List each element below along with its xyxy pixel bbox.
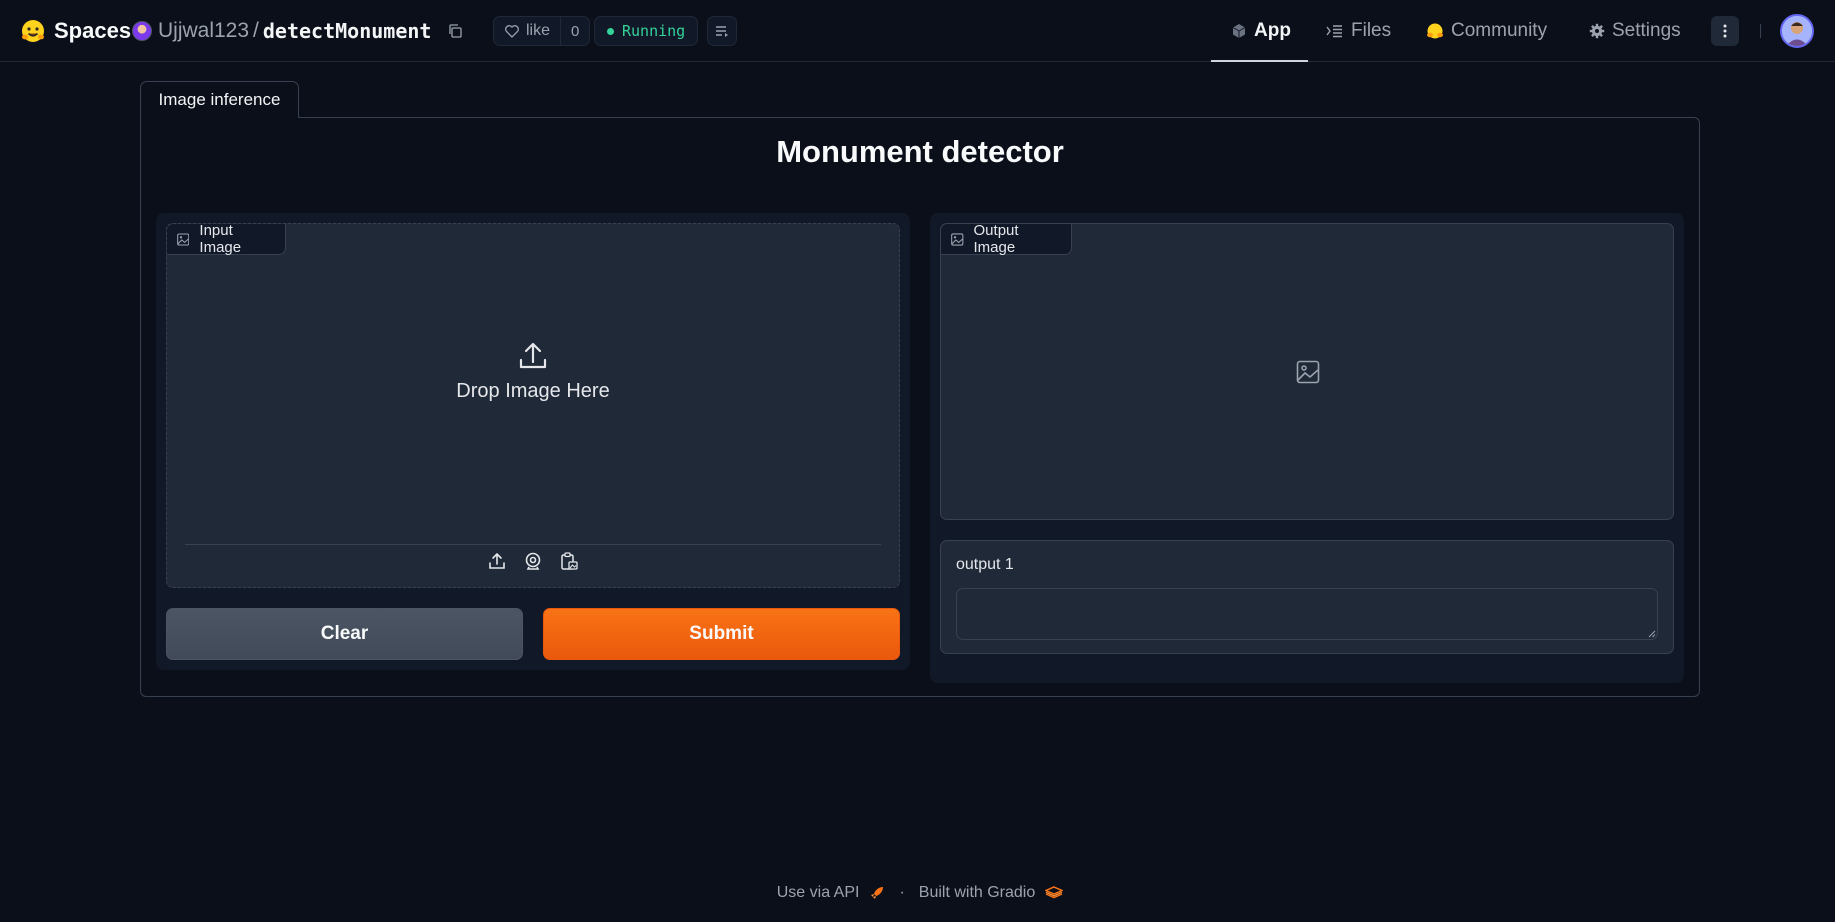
page-title: Monument detector — [776, 134, 1064, 169]
tab-community[interactable]: Community — [1426, 0, 1547, 62]
clear-button[interactable]: Clear — [166, 608, 523, 660]
status-badge[interactable]: Running — [594, 16, 699, 46]
output-textarea[interactable] — [956, 588, 1658, 640]
tab-image-inference[interactable]: Image inference — [140, 81, 299, 118]
image-icon — [951, 232, 964, 246]
footer: Use via API · Built with Gradio — [0, 884, 1835, 902]
gradio-logo-icon — [1045, 886, 1064, 899]
user-avatar[interactable] — [1780, 14, 1814, 48]
active-tab-indicator — [1211, 60, 1308, 62]
upload-source-button[interactable] — [485, 549, 509, 573]
use-via-api-link[interactable]: Use via API — [777, 884, 860, 902]
space-name-link[interactable]: detectMonument — [263, 19, 432, 43]
resize-handle-icon[interactable] — [1648, 630, 1656, 638]
status-dot-icon — [607, 27, 614, 35]
output-image-label-text: Output Image — [973, 222, 1019, 256]
logs-icon — [716, 26, 728, 37]
owner-avatar[interactable] — [132, 21, 152, 41]
cube-icon — [1232, 24, 1246, 38]
user-avatar-image-icon — [1782, 16, 1812, 46]
drop-prompt[interactable]: Drop Image Here — [166, 340, 900, 403]
like-group: like 0 — [493, 16, 591, 46]
breadcrumb-separator: / — [253, 19, 259, 42]
footer-separator: · — [899, 884, 905, 901]
spaces-brand[interactable]: Spaces — [20, 18, 131, 44]
like-button[interactable]: like — [494, 17, 562, 45]
vertical-dots-icon — [1723, 24, 1727, 38]
community-hugging-icon — [1427, 23, 1443, 39]
top-navbar: Spaces Ujjwal123 / detectMonument like 0… — [0, 0, 1835, 62]
rocket-icon — [871, 887, 884, 899]
tab-settings-label: Settings — [1612, 20, 1681, 41]
upload-icon — [519, 342, 547, 369]
drop-image-text: Drop Image Here — [456, 380, 610, 402]
built-with-gradio-link[interactable]: Built with Gradio — [919, 884, 1036, 902]
tab-files[interactable]: Files — [1326, 0, 1391, 62]
clipboard-source-button[interactable] — [557, 549, 581, 573]
clipboard-icon — [561, 552, 578, 570]
tab-app[interactable]: App — [1231, 0, 1291, 62]
like-count[interactable]: 0 — [561, 23, 589, 40]
output-text-label: output 1 — [956, 556, 1014, 573]
tab-app-label: App — [1254, 20, 1291, 41]
image-placeholder-icon — [1296, 360, 1320, 384]
hugging-face-logo-icon — [22, 20, 44, 42]
header-divider — [1760, 24, 1761, 38]
spaces-label: Spaces — [54, 18, 132, 43]
input-image-label-text: Input Image — [199, 222, 242, 256]
source-toolbar-divider — [185, 544, 881, 545]
webcam-icon — [525, 552, 541, 570]
submit-button[interactable]: Submit — [543, 608, 900, 660]
like-label: like — [526, 22, 551, 39]
tab-settings[interactable]: Settings — [1589, 0, 1681, 62]
upload-icon — [489, 552, 505, 569]
status-text: Running — [622, 22, 686, 40]
tab-files-label: Files — [1351, 20, 1392, 41]
logs-button[interactable] — [707, 16, 737, 46]
gear-icon — [1589, 23, 1605, 39]
output-image-label: Output Image — [941, 222, 1072, 256]
files-icon — [1326, 25, 1342, 38]
input-image-label: Input Image — [167, 222, 286, 256]
more-options-button[interactable] — [1711, 16, 1739, 46]
repo-breadcrumb: Ujjwal123 / detectMonument — [132, 19, 463, 43]
image-icon — [177, 232, 190, 246]
tab-community-label: Community — [1451, 20, 1548, 41]
copy-icon[interactable] — [447, 23, 463, 39]
input-image-dropzone[interactable] — [166, 223, 900, 588]
webcam-source-button[interactable] — [521, 549, 545, 573]
heart-icon — [505, 25, 519, 38]
owner-link[interactable]: Ujjwal123 — [158, 19, 249, 43]
